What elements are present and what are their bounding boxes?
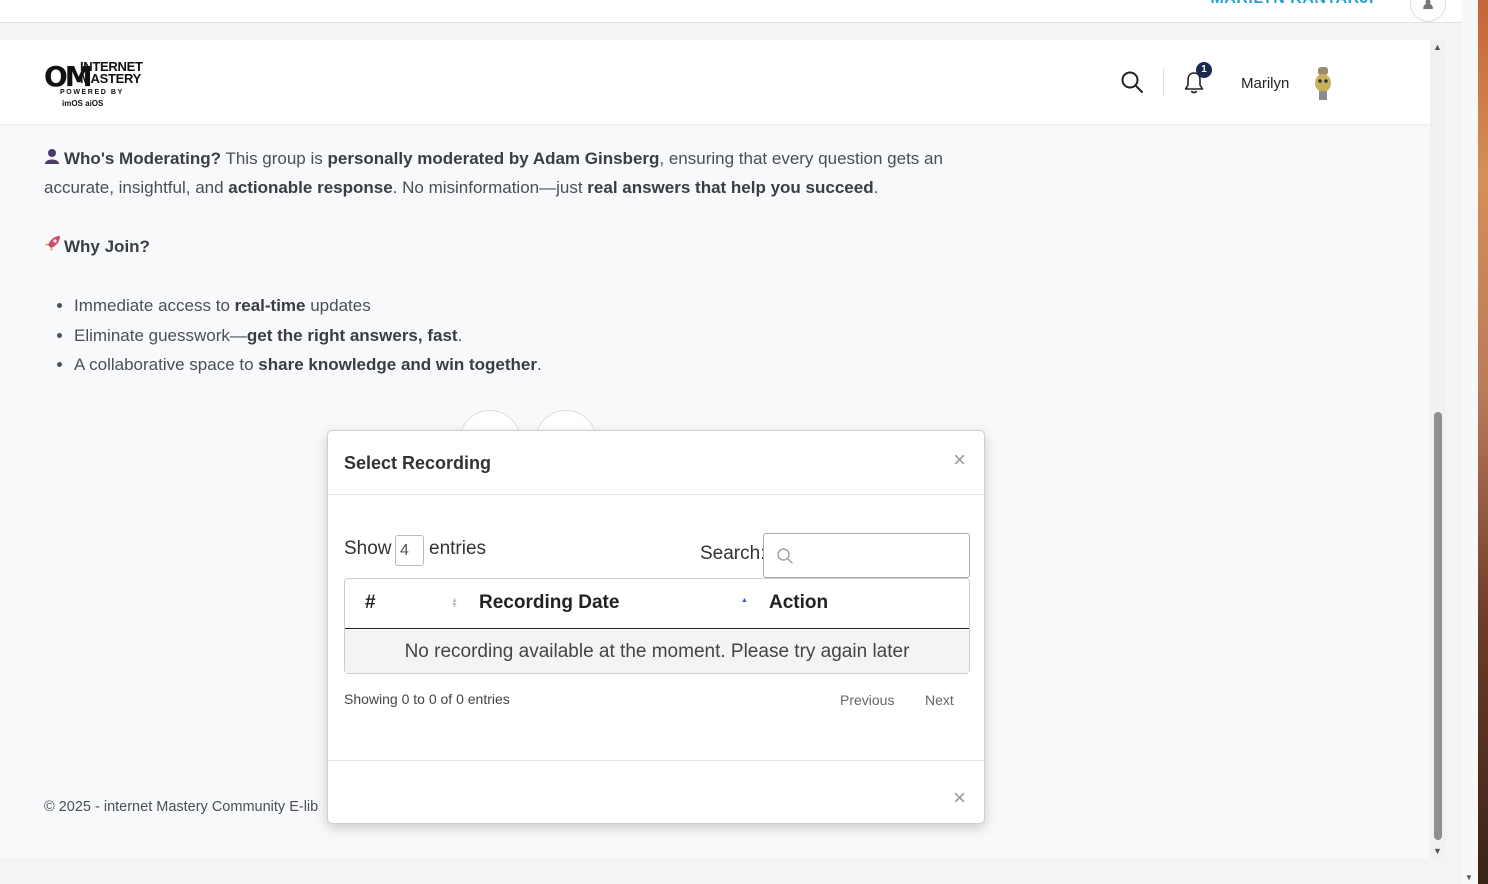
moderating-bold-1: personally moderated by Adam Ginsberg — [327, 149, 660, 168]
bullet-1-bold: real-time — [234, 296, 306, 315]
column-header-index[interactable]: # — [365, 592, 376, 614]
moderating-bold-3: real answers that help you succeed — [587, 178, 874, 197]
sort-asc-icon[interactable]: ▲ — [741, 597, 748, 604]
benefits-list: Immediate access to real-time updates El… — [74, 291, 984, 380]
footer-copyright: © 2025 - internet Mastery Community E-li… — [44, 799, 319, 815]
outer-user-name-link[interactable]: MARILYN KANTARJI — [1210, 0, 1374, 8]
user-avatar-icon[interactable] — [1312, 66, 1334, 102]
entries-label: entries — [429, 538, 487, 559]
table-empty-row: No recording available at the moment. Pl… — [345, 630, 969, 673]
modal-title: Select Recording — [344, 453, 492, 473]
bullet-3-bold: share knowledge and win together — [258, 355, 537, 374]
moderating-bold-2: actionable response — [228, 178, 393, 197]
scroll-down-icon[interactable]: ▼ — [1433, 846, 1442, 856]
outer-top-bar: MARILYN KANTARJI ♟ — [0, 0, 1462, 23]
internet-mastery-logo[interactable]: OM INTERNET MASTERY POWERED BY imOS aiOS — [44, 58, 154, 110]
list-item: A collaborative space to share knowledge… — [74, 350, 984, 380]
search-field[interactable] — [763, 533, 970, 578]
scroll-up-icon[interactable]: ▲ — [1433, 42, 1442, 52]
why-join-heading: Why Join? — [64, 237, 150, 256]
desktop-wallpaper-strip — [1478, 0, 1488, 884]
why-join-heading-line: Why Join? — [44, 232, 984, 261]
logo-line4: imOS aiOS — [62, 99, 104, 108]
moderating-text-1: This group is — [221, 149, 328, 168]
list-item: Eliminate guesswork—get the right answer… — [74, 321, 984, 351]
moderating-text-3: . No misinformation—just — [392, 178, 588, 197]
logo-line3: POWERED BY — [60, 89, 124, 96]
header-user-name[interactable]: Marilyn — [1241, 75, 1289, 92]
bullet-2-pre: Eliminate guesswork— — [74, 325, 247, 345]
column-header-action: Action — [769, 592, 829, 613]
frame-scrollbar[interactable]: ▲ ▼ — [1430, 40, 1446, 858]
table-info: Showing 0 to 0 of 0 entries — [344, 691, 510, 707]
moderating-heading: Who's Moderating? — [64, 149, 222, 168]
moderating-paragraph: Who's Moderating? This group is personal… — [44, 144, 984, 202]
person-icon — [44, 144, 64, 173]
recordings-table: # ▲ ▼ Recording Date ▲ Action No recordin… — [344, 578, 970, 674]
search-label: Search: — [700, 543, 766, 564]
rocket-icon — [44, 232, 64, 261]
show-label: Show — [344, 538, 392, 559]
footer-close-icon[interactable]: × — [953, 785, 966, 811]
next-page-button[interactable]: Next — [925, 692, 954, 708]
sort-icon[interactable]: ▲ ▼ — [451, 597, 458, 609]
modal-divider — [328, 494, 984, 495]
previous-page-button[interactable]: Previous — [840, 692, 894, 708]
select-recording-modal: Select Recording × Show entries Search: … — [327, 430, 985, 824]
bullet-1-post: updates — [305, 296, 371, 315]
outer-user-avatar[interactable]: ♟ — [1410, 0, 1446, 22]
modal-footer-divider — [328, 760, 984, 761]
bullet-3-post: . — [536, 355, 542, 374]
table-header: # ▲ ▼ Recording Date ▲ Action — [345, 579, 969, 629]
notification-badge: 1 — [1196, 62, 1212, 78]
outer-scroll-down-icon[interactable]: ▼ — [1465, 873, 1473, 882]
group-description: Who's Moderating? This group is personal… — [44, 144, 984, 380]
scrollbar-thumb[interactable] — [1434, 412, 1442, 840]
search-icon — [777, 548, 793, 564]
search-input[interactable] — [798, 540, 963, 572]
header-divider — [1163, 68, 1164, 96]
entries-length-select[interactable] — [395, 535, 424, 566]
moderating-text-4: . — [873, 178, 879, 197]
column-header-recording-date[interactable]: Recording Date — [479, 592, 619, 614]
bullet-2-post: . — [457, 325, 463, 345]
bullet-1-pre: Immediate access to — [74, 296, 235, 315]
outer-scrollbar[interactable]: ▼ — [1462, 0, 1478, 884]
search-icon[interactable] — [1120, 70, 1144, 94]
list-item: Immediate access to real-time updates — [74, 291, 984, 321]
logo-line2: MASTERY — [80, 71, 141, 86]
inner-header: OM INTERNET MASTERY POWERED BY imOS aiOS… — [0, 40, 1430, 124]
close-icon[interactable]: × — [953, 447, 966, 473]
bullet-3-pre: A collaborative space to — [74, 355, 259, 374]
bullet-2-bold: get the right answers, fast — [246, 325, 458, 345]
